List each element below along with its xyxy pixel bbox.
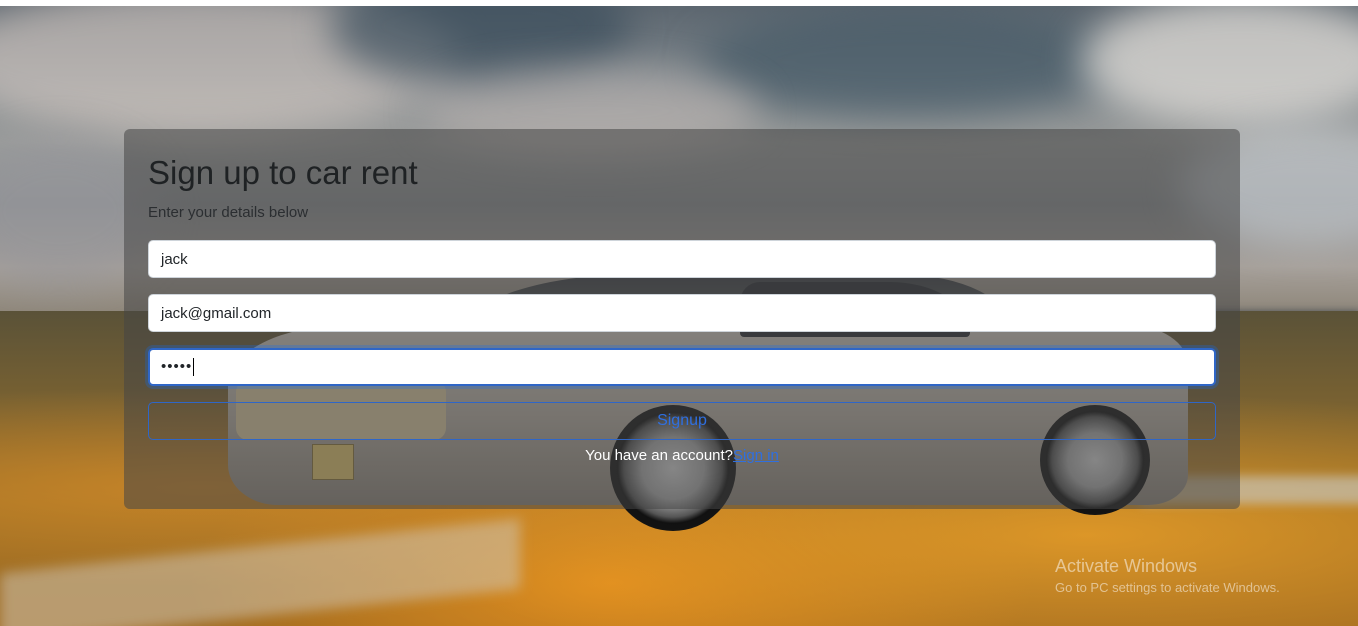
signup-button[interactable]: Signup [148,402,1216,440]
page-title: Sign up to car rent [148,154,418,191]
watermark-title: Activate Windows [1055,556,1198,576]
cloud [1080,6,1358,126]
watermark-subtitle: Go to PC settings to activate Windows. [1055,580,1280,595]
password-value: ••••• [161,358,193,375]
signin-prompt: You have an account?Sign in [0,447,1358,464]
page-subtitle: Enter your details below [148,204,309,221]
signin-link[interactable]: Sign in [733,447,779,464]
password-input[interactable]: ••••• [148,348,1216,386]
name-input[interactable]: jack [148,240,1216,278]
text-caret [193,358,195,377]
activate-windows-watermark: Activate Windows Go to PC settings to ac… [1055,556,1280,595]
account-prompt-text: You have an account? [585,447,734,464]
email-input[interactable]: jack@gmail.com [148,294,1216,332]
cloud [700,6,1120,116]
